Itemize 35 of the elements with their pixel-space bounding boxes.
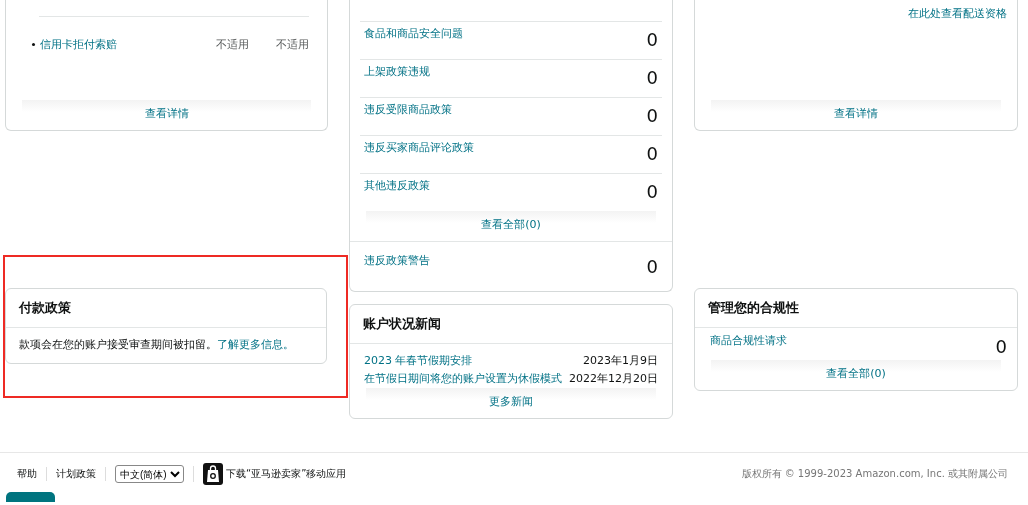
footer-link[interactable]: 计划政策 [47,467,106,481]
feedback-button[interactable] [6,492,55,502]
policy-link[interactable]: 上架政策违规 [364,64,430,79]
policy-link[interactable]: 食品和商品安全问题 [364,26,463,41]
language-select[interactable]: 中文(简体) [115,465,184,483]
bullet-icon [32,43,35,46]
card-title: 账户状况新闻 [350,305,672,344]
copyright-text: 版权所有 © 1999-2023 Amazon.com, Inc. 或其附属公司 [741,467,1008,481]
policy-link[interactable]: 违反买家商品评论政策 [364,140,474,155]
shipping-eligibility-link[interactable]: 在此处查看配送资格 [908,6,1007,21]
date-text: 2022年12月20日 [569,371,658,387]
card-title: 付款政策 [6,289,326,328]
footer-link[interactable]: 帮助 [17,467,47,481]
count-text: 0 [646,180,658,204]
status-text: 不适用 [215,37,249,52]
app-download-link[interactable]: 下载“亚马逊卖家”移动应用 [203,463,347,485]
news-link[interactable]: 在节假日期间将您的账户设置为休假模式 [364,370,562,388]
count-text: 0 [995,335,1007,359]
count-text: 0 [646,142,658,166]
learn-more-link[interactable]: 了解更多信息。 [217,338,294,351]
status-text: 不适用 [275,37,309,52]
chargeback-link[interactable]: 信用卡拒付索赔 [40,37,179,52]
policy-link[interactable]: 违反受限商品政策 [364,102,452,117]
count-text: 0 [646,255,658,279]
shopping-bag-icon [203,463,223,485]
card-title: 管理您的合规性 [695,289,1017,328]
policy-link[interactable]: 违反政策警告 [364,253,430,279]
policy-link[interactable]: 其他违反政策 [364,178,430,193]
count-text: 0 [646,104,658,128]
count-text: 0 [646,66,658,90]
count-text: 0 [646,28,658,52]
date-text: 2023年1月9日 [583,353,658,369]
policy-text: 款项会在您的账户接受审查期间被扣留。了解更多信息。 [18,337,295,353]
news-link[interactable]: 2023 年春节假期安排 [364,352,473,370]
compliance-link[interactable]: 商品合规性请求 [710,333,787,360]
